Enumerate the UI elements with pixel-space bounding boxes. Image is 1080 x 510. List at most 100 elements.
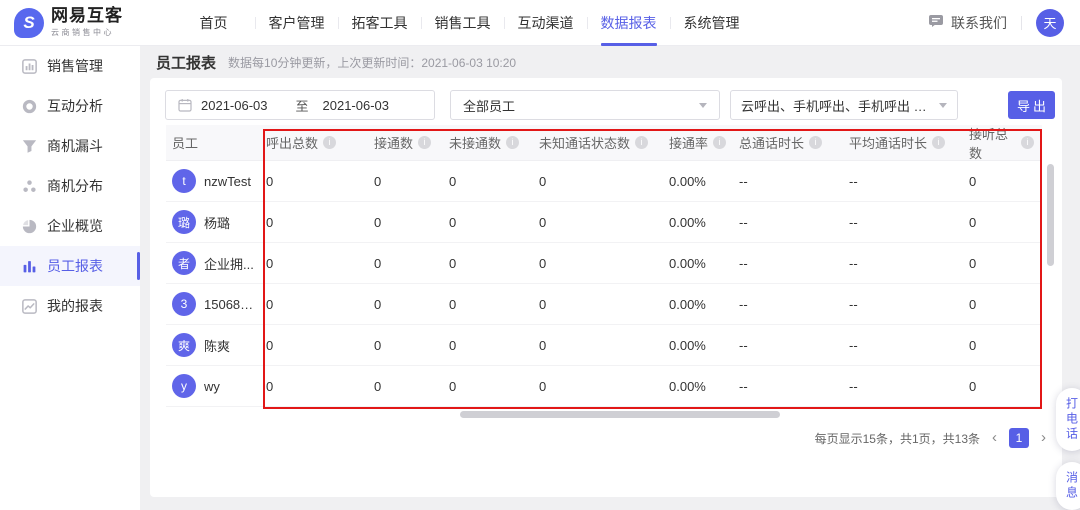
table-row: 31506883...00000.00%----0 (166, 284, 1042, 325)
info-icon[interactable] (418, 136, 431, 149)
info-icon[interactable] (713, 136, 726, 149)
employee-name: 企业拥... (204, 254, 254, 273)
column-header-6: 总通话时长 (739, 133, 849, 152)
sidebar-item-6[interactable]: 员工报表 (0, 246, 140, 286)
value-cell: -- (739, 174, 849, 189)
employee-cell: tnzwTest (166, 169, 266, 193)
sidebar-item-7[interactable]: 我的报表 (0, 286, 140, 326)
value-cell: 0.00% (669, 215, 739, 230)
nav-item-5[interactable]: 互动渠道 (504, 0, 587, 46)
value-cell: 0 (969, 215, 1042, 230)
column-header-2: 接通数 (374, 133, 449, 152)
contact-us-label: 联系我们 (951, 13, 1007, 33)
date-end-value[interactable]: 2021-06-03 (323, 98, 390, 113)
make-call-button[interactable]: 打电话 (1056, 388, 1080, 451)
value-cell: 0.00% (669, 338, 739, 353)
call-type-select[interactable]: 云呼出、手机呼出、手机呼出 (中间号... (730, 90, 958, 120)
vertical-scrollbar-thumb[interactable] (1047, 164, 1054, 266)
value-cell: 0 (539, 215, 669, 230)
column-header-label: 总通话时长 (739, 133, 804, 152)
info-icon[interactable] (506, 136, 519, 149)
value-cell: 0.00% (669, 297, 739, 312)
employee-select-value: 全部员工 (463, 96, 515, 115)
sidebar-item-1[interactable]: 销售管理 (0, 46, 140, 86)
value-cell: 0 (374, 379, 449, 394)
table-row: 爽陈爽00000.00%----0 (166, 325, 1042, 366)
horizontal-scrollbar-thumb[interactable] (460, 411, 780, 418)
sales-chart-icon (22, 59, 37, 74)
sidebar-item-3[interactable]: 商机漏斗 (0, 126, 140, 166)
avatar: 者 (172, 251, 196, 275)
info-icon[interactable] (1021, 136, 1034, 149)
main-content: 员工报表 数据每10分钟更新，上次更新时间：2021-06-03 10:20 2… (140, 46, 1080, 510)
nav-item-7[interactable]: 系统管理 (670, 0, 753, 46)
value-cell: -- (739, 338, 849, 353)
nav-item-3[interactable]: 拓客工具 (338, 0, 421, 46)
employee-name: wy (204, 379, 220, 394)
messages-label: 消息 (1064, 471, 1080, 501)
nav-item-6[interactable]: 数据报表 (587, 0, 670, 46)
value-cell: 0 (449, 256, 539, 271)
sidebar-item-4[interactable]: 商机分布 (0, 166, 140, 206)
value-cell: 0 (969, 379, 1042, 394)
pie-icon (22, 219, 37, 234)
sidebar-item-5[interactable]: 企业概览 (0, 206, 140, 246)
column-header-label: 未接通数 (449, 133, 501, 152)
value-cell: 0 (539, 297, 669, 312)
sidebar-item-label: 商机漏斗 (47, 136, 103, 156)
chevron-down-icon (939, 103, 947, 108)
column-header-label: 平均通话时长 (849, 133, 927, 152)
sidebar-item-label: 互动分析 (47, 96, 103, 116)
avatar: t (172, 169, 196, 193)
column-header-4: 未知通话状态数 (539, 133, 669, 152)
nav-item-2[interactable]: 客户管理 (255, 0, 338, 46)
info-icon[interactable] (635, 136, 648, 149)
value-cell: 0 (449, 174, 539, 189)
calendar-icon (178, 98, 192, 112)
employee-name: 1506883... (204, 297, 258, 312)
info-icon[interactable] (809, 136, 822, 149)
value-cell: 0 (539, 256, 669, 271)
value-cell: -- (849, 297, 969, 312)
value-cell: 0.00% (669, 256, 739, 271)
next-page-button[interactable]: › (1041, 428, 1046, 448)
sidebar-item-2[interactable]: 互动分析 (0, 86, 140, 126)
info-icon[interactable] (932, 136, 945, 149)
nav-item-1[interactable]: 首页 (172, 0, 255, 46)
value-cell: 0 (449, 379, 539, 394)
value-cell: 0 (266, 338, 374, 353)
contact-us-button[interactable]: 联系我们 (928, 13, 1007, 33)
value-cell: -- (849, 338, 969, 353)
column-header-label: 员工 (172, 133, 198, 152)
date-range-picker[interactable]: 2021-06-03 至 2021-06-03 (165, 90, 435, 120)
info-icon[interactable] (323, 136, 336, 149)
avatar: y (172, 374, 196, 398)
main-nav: 首页客户管理拓客工具销售工具互动渠道数据报表系统管理 (172, 0, 753, 46)
employee-cell: 31506883... (166, 292, 266, 316)
table-row: 者企业拥...00000.00%----0 (166, 243, 1042, 284)
value-cell: 0.00% (669, 379, 739, 394)
sidebar-item-label: 我的报表 (47, 296, 103, 316)
cluster-icon (22, 179, 37, 194)
messages-button[interactable]: 消息 (1056, 462, 1080, 510)
date-start-value[interactable]: 2021-06-03 (201, 98, 268, 113)
table-row: tnzwTest00000.00%----0 (166, 161, 1042, 202)
bar-chart-icon (22, 259, 37, 274)
sidebar: 销售管理互动分析商机漏斗商机分布企业概览员工报表我的报表 (0, 46, 140, 510)
update-note: 数据每10分钟更新，上次更新时间：2021-06-03 10:20 (228, 54, 516, 71)
value-cell: 0 (969, 174, 1042, 189)
nav-item-4[interactable]: 销售工具 (421, 0, 504, 46)
export-button[interactable]: 导出 (1008, 91, 1055, 119)
report-card: 2021-06-03 至 2021-06-03 全部员工 云呼出、手机呼出、手机… (150, 78, 1062, 497)
top-bar: S 网易互客 云商销售中心 首页客户管理拓客工具销售工具互动渠道数据报表系统管理… (0, 0, 1080, 46)
page-number-1[interactable]: 1 (1009, 428, 1029, 448)
avatar: 璐 (172, 210, 196, 234)
prev-page-button[interactable]: ‹ (992, 428, 997, 448)
employee-select[interactable]: 全部员工 (450, 90, 720, 120)
value-cell: 0 (374, 215, 449, 230)
user-avatar[interactable]: 天 (1036, 9, 1064, 37)
employee-cell: 爽陈爽 (166, 333, 266, 357)
employee-name: 杨璐 (204, 213, 230, 232)
value-cell: 0 (266, 174, 374, 189)
value-cell: -- (739, 379, 849, 394)
